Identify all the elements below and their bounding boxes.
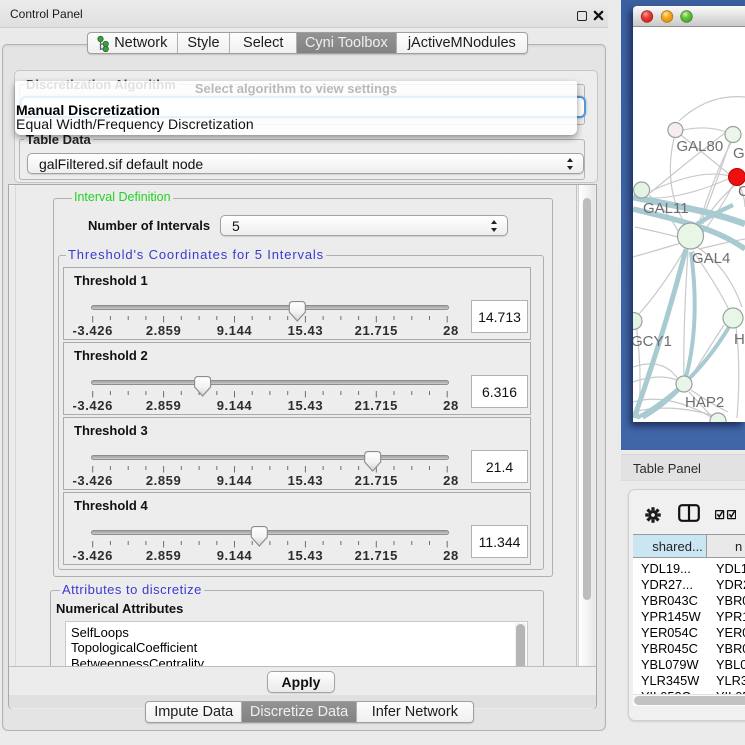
svg-text:28: 28 [443, 473, 459, 488]
svg-text:-3.426: -3.426 [72, 398, 112, 413]
svg-text:GAL80: GAL80 [677, 138, 724, 155]
svg-text:28: 28 [443, 548, 459, 563]
svg-text:9.144: 9.144 [217, 398, 253, 413]
svg-text:9.144: 9.144 [217, 548, 253, 563]
svg-text:15.43: 15.43 [288, 548, 324, 563]
svg-text:G: G [733, 145, 745, 162]
svg-text:21.715: 21.715 [355, 398, 398, 413]
svg-text:GAL4: GAL4 [692, 250, 730, 267]
svg-text:9.144: 9.144 [217, 473, 253, 488]
svg-text:-3.426: -3.426 [72, 548, 112, 563]
svg-text:2.859: 2.859 [146, 548, 182, 563]
svg-text:2.859: 2.859 [146, 323, 182, 338]
svg-text:28: 28 [443, 323, 459, 338]
svg-text:15.43: 15.43 [288, 398, 324, 413]
svg-text:GAL11: GAL11 [643, 200, 689, 217]
svg-text:H: H [734, 331, 745, 348]
svg-text:HAP2: HAP2 [685, 394, 724, 411]
svg-text:2.859: 2.859 [146, 398, 182, 413]
svg-text:2.859: 2.859 [146, 473, 182, 488]
svg-text:15.43: 15.43 [288, 323, 324, 338]
svg-text:15.43: 15.43 [288, 473, 324, 488]
svg-text:9.144: 9.144 [217, 323, 253, 338]
svg-text:21.715: 21.715 [355, 548, 398, 563]
svg-text:C: C [738, 183, 745, 200]
svg-text:-3.426: -3.426 [72, 473, 112, 488]
svg-text:GCY1: GCY1 [633, 333, 672, 350]
svg-text:-3.426: -3.426 [72, 323, 112, 338]
svg-text:21.715: 21.715 [355, 473, 398, 488]
svg-text:28: 28 [443, 398, 459, 413]
svg-text:21.715: 21.715 [355, 323, 398, 338]
